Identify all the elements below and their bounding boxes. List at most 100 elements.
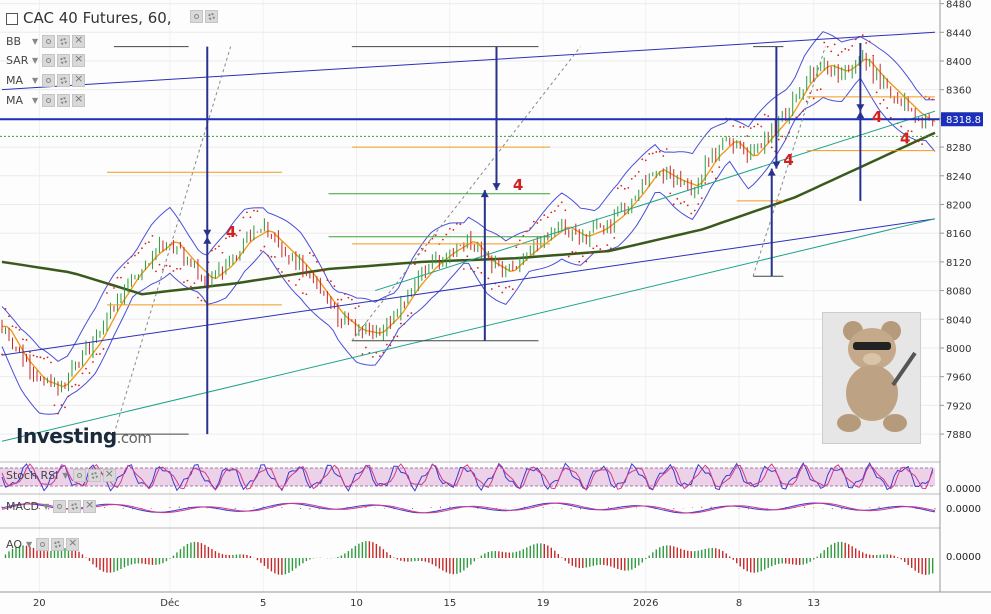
stoch-pane-label[interactable]: Stoch RSI ▼ [6, 467, 118, 482]
close-icon[interactable] [102, 467, 116, 482]
close-icon[interactable] [72, 92, 86, 107]
sar-dot [532, 220, 535, 223]
y-tick-labels: 7880 7920 7960 8000 8040 8080 8120 8160 8200 8240… [940, 0, 971, 441]
ao-value-label: 0.0000 [946, 552, 981, 563]
sar-dot [113, 287, 115, 289]
caret-down-icon[interactable]: ▼ [32, 56, 38, 65]
sar-dot [627, 187, 630, 189]
sar-dot [144, 242, 147, 245]
y-tick-label: 8400 [946, 57, 971, 68]
gear-icon[interactable] [57, 34, 71, 48]
sar-dot [137, 252, 140, 254]
gear-icon[interactable] [87, 469, 101, 482]
y-axis[interactable]: 7880 7920 7960 8000 8040 8080 8120 8160 8200 8240… [939, 0, 983, 592]
caret-down-icon[interactable]: ▼ [43, 502, 49, 511]
sar-dot [441, 238, 444, 241]
sar-dot [4, 308, 7, 310]
sar-dot [462, 268, 465, 270]
indicator-row-ma-2[interactable]: MA ▼ [6, 92, 87, 107]
eye-icon[interactable] [72, 469, 86, 482]
sar-dot [246, 211, 248, 214]
sar-dot [515, 246, 518, 249]
eye-icon[interactable] [42, 34, 56, 48]
eye-icon[interactable] [42, 73, 56, 87]
sar-dot [455, 223, 458, 225]
eye-icon[interactable] [53, 500, 67, 513]
sar-dot [742, 126, 745, 128]
indicator-row-ma-1[interactable]: MA ▼ [6, 72, 87, 87]
sar-dot [812, 97, 815, 100]
current-price-tag: 8318.8 [941, 112, 983, 127]
close-icon[interactable] [72, 52, 86, 67]
caret-down-icon[interactable]: ▼ [32, 37, 38, 46]
sar-dot [900, 125, 903, 128]
x-tick-label: Déc [160, 597, 179, 609]
sar-dot [679, 202, 682, 205]
sar-dot [260, 249, 262, 252]
chart-svg[interactable]: 44444 7880792079608000804080808120816082… [0, 0, 991, 614]
sar-dot [46, 356, 49, 359]
sar-dot [473, 270, 476, 273]
sar-dot [53, 404, 56, 407]
gear-icon[interactable] [57, 73, 71, 87]
sar-dot [711, 170, 714, 173]
gear-icon[interactable] [205, 10, 219, 23]
sar-dot [476, 266, 479, 269]
sar-dot [43, 357, 45, 360]
y-tick-label: 8000 [946, 344, 971, 355]
caret-down-icon[interactable]: ▼ [32, 96, 38, 105]
caret-down-icon[interactable]: ▼ [26, 540, 32, 549]
sar-dot [106, 292, 108, 294]
sar-dot [25, 338, 28, 341]
sar-dot [364, 346, 367, 349]
gear-icon[interactable] [57, 53, 71, 67]
gear-icon[interactable] [51, 538, 65, 551]
eye-icon[interactable] [42, 53, 56, 67]
sar-dot [148, 241, 150, 244]
sar-dot [672, 203, 675, 206]
sar-dot [690, 212, 693, 215]
indicator-label: BB [6, 34, 22, 48]
sar-dot [281, 271, 283, 273]
close-icon[interactable] [72, 33, 86, 48]
sar-dot [253, 209, 255, 212]
sar-dot [88, 372, 91, 374]
sar-dot [287, 279, 290, 282]
caret-down-icon[interactable]: ▼ [32, 76, 38, 85]
collapse-box-icon[interactable] [6, 12, 18, 25]
sar-dot [634, 175, 637, 177]
sar-dot [256, 210, 259, 212]
caret-down-icon[interactable]: ▼ [62, 471, 68, 480]
sar-dot [92, 361, 94, 363]
sar-dot [613, 237, 616, 239]
sar-dot [67, 395, 70, 398]
gear-icon[interactable] [57, 93, 71, 107]
eye-icon[interactable] [36, 538, 50, 551]
sar-dot [760, 125, 763, 128]
sar-dot [204, 300, 206, 302]
close-icon[interactable] [66, 536, 80, 551]
sar-dot [644, 159, 647, 162]
sar-dot [172, 270, 175, 272]
gear-icon[interactable] [68, 500, 82, 513]
indicator-row-sar[interactable]: SAR ▼ [6, 52, 87, 67]
y-tick-label: 8200 [946, 200, 971, 211]
close-icon[interactable] [72, 72, 86, 87]
sar-dot [655, 151, 658, 153]
macd-pane-label[interactable]: MACD ▼ [6, 498, 98, 513]
sar-dot [378, 355, 381, 358]
stoch-pane [0, 461, 940, 492]
sar-dot [452, 229, 455, 231]
sar-dot [347, 296, 350, 299]
eye-icon[interactable] [42, 93, 56, 107]
indicator-row-bb[interactable]: BB ▼ [6, 33, 87, 48]
close-icon[interactable] [83, 498, 97, 513]
y-tick-label: 8240 [946, 172, 971, 183]
ao-pane-label[interactable]: AO ▼ [6, 536, 81, 551]
sar-dot [99, 353, 101, 355]
sar-dot [504, 286, 507, 289]
eye-icon[interactable] [190, 10, 204, 23]
x-axis[interactable]: 20 Déc 5 10 15 19 2026 8 13 [0, 591, 991, 609]
indicator-label: SAR [6, 53, 29, 67]
sar-dot [50, 361, 52, 364]
